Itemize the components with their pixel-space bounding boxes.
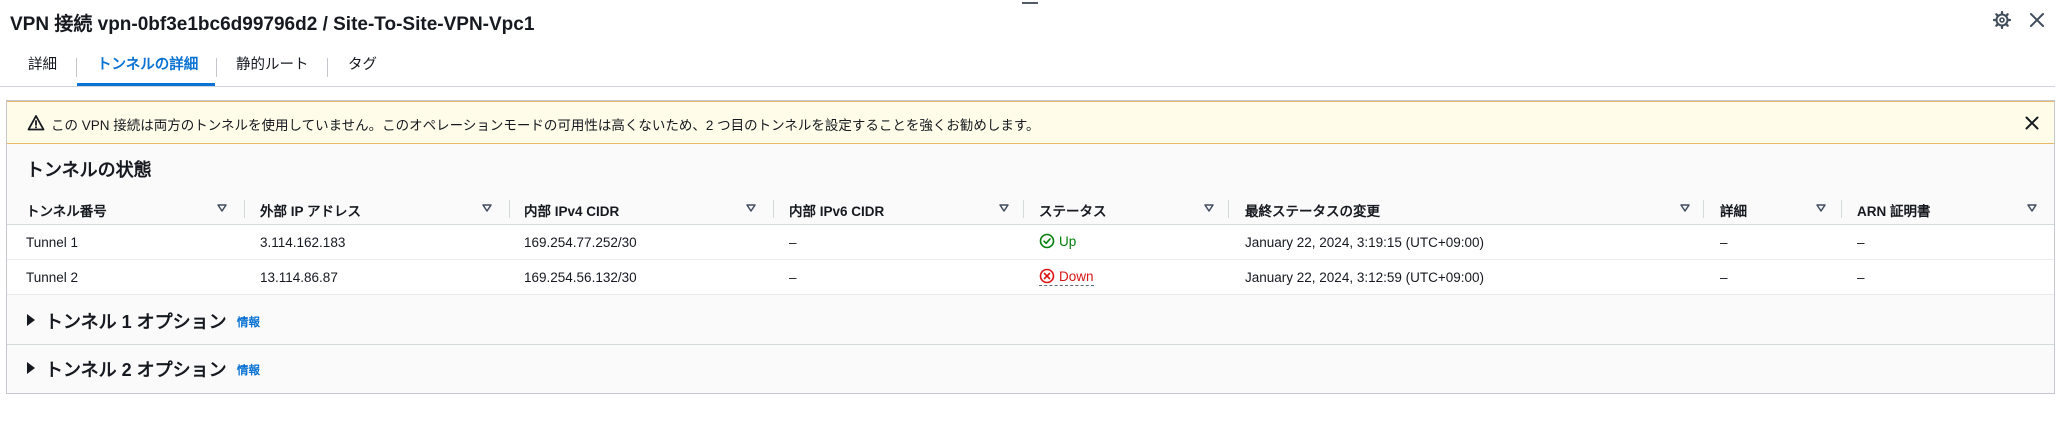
cell-arn: – (1857, 235, 1865, 250)
cell-outside-ip: 3.114.162.183 (260, 235, 346, 250)
col-header-inside-ipv4[interactable]: 内部 IPv4 CIDR (524, 200, 619, 220)
column-divider[interactable] (509, 200, 510, 218)
tab-static-routes[interactable]: 静的ルート (236, 50, 309, 87)
alert-message: この VPN 接続は両方のトンネルを使用していません。このオペレーションモードの… (51, 118, 1040, 133)
table-row: Tunnel 2 13.114.86.87 169.254.56.132/30 … (7, 260, 2054, 295)
cell-inside-ipv6: – (789, 235, 797, 250)
sort-icon[interactable] (481, 202, 493, 214)
column-divider[interactable] (1841, 200, 1842, 218)
expander-title: トンネル 1 オプション (45, 312, 227, 332)
column-divider[interactable] (1703, 200, 1704, 218)
cell-tunnel: Tunnel 1 (26, 235, 79, 250)
close-icon[interactable] (2027, 10, 2047, 30)
sort-icon[interactable] (998, 202, 1010, 214)
sort-icon[interactable] (2026, 202, 2038, 214)
sort-icon[interactable] (1203, 202, 1215, 214)
column-divider[interactable] (1228, 200, 1229, 218)
status-text: Up (1059, 233, 1077, 249)
cell-outside-ip: 13.114.86.87 (260, 270, 338, 285)
tab-tags[interactable]: タグ (348, 50, 377, 87)
warning-alert: この VPN 接続は両方のトンネルを使用していません。このオペレーションモードの… (7, 101, 2054, 144)
active-tab-indicator (77, 83, 215, 86)
cell-last-change: January 22, 2024, 3:19:15 (UTC+09:00) (1245, 235, 1485, 250)
expander-title: トンネル 2 オプション (45, 360, 227, 380)
col-header-arn[interactable]: ARN 証明書 (1857, 200, 1931, 220)
col-header-tunnel[interactable]: トンネル番号 (26, 200, 107, 220)
info-link[interactable]: 情報 (237, 362, 260, 378)
col-header-status[interactable]: ステータス (1039, 200, 1107, 220)
cell-details: – (1720, 235, 1728, 250)
info-link[interactable]: 情報 (237, 314, 260, 330)
status-badge[interactable]: Down (1039, 268, 1094, 286)
table-row: Tunnel 1 3.114.162.183 169.254.77.252/30… (7, 225, 2054, 260)
tab-list: 詳細 トンネルの詳細 静的ルート タグ (0, 50, 2055, 87)
col-header-inside-ipv6[interactable]: 内部 IPv6 CIDR (789, 200, 884, 220)
cell-inside-ipv4: 169.254.77.252/30 (524, 235, 637, 250)
column-divider[interactable] (244, 200, 245, 218)
tunnel-2-options-expander[interactable]: トンネル 2 オプション 情報 (7, 345, 2054, 393)
warning-icon (27, 114, 45, 132)
caret-right-icon (27, 314, 35, 326)
tab-divider (216, 58, 217, 77)
cell-inside-ipv4: 169.254.56.132/30 (524, 270, 637, 285)
sort-icon[interactable] (745, 202, 757, 214)
column-divider[interactable] (1023, 200, 1024, 218)
table-header: トンネル番号 外部 IP アドレス 内部 IPv4 CIDR 内部 IPv6 C… (7, 192, 2054, 225)
tab-divider (327, 58, 328, 77)
cell-last-change: January 22, 2024, 3:12:59 (UTC+09:00) (1245, 270, 1485, 285)
cell-inside-ipv6: – (789, 270, 797, 285)
page-title: VPN 接続 vpn-0bf3e1bc6d99796d2 / Site-To-S… (10, 14, 535, 35)
cell-tunnel: Tunnel 2 (26, 270, 79, 285)
cell-arn: – (1857, 270, 1865, 285)
tab-tunnel-details[interactable]: トンネルの詳細 (97, 50, 198, 87)
col-header-details[interactable]: 詳細 (1720, 200, 1747, 220)
gear-icon[interactable] (1992, 10, 2012, 30)
panel-header: VPN 接続 vpn-0bf3e1bc6d99796d2 / Site-To-S… (0, 0, 2063, 44)
sort-icon[interactable] (1679, 202, 1691, 214)
error-circle-icon (1039, 268, 1055, 284)
tab-details[interactable]: 詳細 (28, 50, 57, 87)
cell-details: – (1720, 270, 1728, 285)
status-badge: Up (1039, 233, 1076, 249)
sort-icon[interactable] (216, 202, 228, 214)
caret-right-icon (27, 362, 35, 374)
alert-close-icon[interactable] (2021, 112, 2043, 134)
tunnel-status-heading: トンネルの状態 (26, 160, 152, 180)
col-header-outside-ip[interactable]: 外部 IP アドレス (260, 200, 361, 220)
status-text: Down (1059, 268, 1094, 284)
tunnel-1-options-expander[interactable]: トンネル 1 オプション 情報 (7, 297, 2054, 345)
column-divider[interactable] (773, 200, 774, 218)
tab-divider (76, 58, 77, 77)
sort-icon[interactable] (1815, 202, 1827, 214)
col-header-last-change[interactable]: 最終ステータスの変更 (1245, 200, 1380, 220)
check-circle-icon (1039, 233, 1055, 249)
